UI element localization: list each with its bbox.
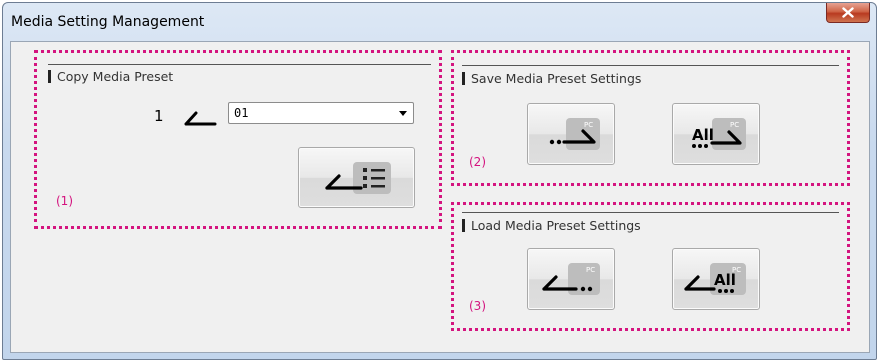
load-preset-label: Load Media Preset Settings <box>471 218 641 233</box>
save-preset-group-label: Save Media Preset Settings <box>462 71 641 86</box>
save-all-presets-button[interactable]: PC All <box>672 103 760 165</box>
svg-text:PC: PC <box>730 121 739 129</box>
save-one-to-pc-icon: PC <box>549 118 600 150</box>
copy-arrow-icon <box>184 111 217 126</box>
load-preset-divider <box>462 212 839 213</box>
copy-preset-label: Copy Media Preset <box>57 69 174 84</box>
svg-text:PC: PC <box>586 266 595 274</box>
dialog-client-area: Copy Media Preset 1 01 (1) Save Media Pr… <box>10 41 870 353</box>
close-button[interactable] <box>826 3 870 23</box>
load-preset-group-label: Load Media Preset Settings <box>462 218 641 233</box>
copy-preset-divider <box>48 64 431 65</box>
chevron-down-icon <box>399 111 407 116</box>
svg-text:PC: PC <box>584 121 593 129</box>
dialog-window: Media Setting Management Copy Media Pres… <box>2 2 877 360</box>
load-all-presets-button[interactable]: PC All <box>672 248 760 310</box>
window-title: Media Setting Management <box>11 14 205 30</box>
copy-preset-button[interactable] <box>298 147 415 208</box>
target-preset-select[interactable]: 01 <box>228 102 414 124</box>
load-one-from-pc-icon: PC <box>542 263 600 295</box>
annotation-3: (3) <box>469 299 486 313</box>
load-all-from-pc-icon: PC All <box>684 263 746 295</box>
save-one-preset-button[interactable]: PC <box>527 103 615 165</box>
svg-text:All: All <box>714 271 736 289</box>
annotation-2: (2) <box>469 155 486 169</box>
load-one-preset-button[interactable]: PC <box>527 248 615 310</box>
copy-to-list-icon <box>324 161 391 194</box>
save-all-to-pc-icon: PC All <box>692 118 746 150</box>
save-preset-label: Save Media Preset Settings <box>471 71 642 86</box>
close-icon <box>842 7 854 18</box>
title-bar[interactable]: Media Setting Management <box>3 3 876 35</box>
source-number: 1 <box>154 107 164 125</box>
annotation-1: (1) <box>56 194 73 208</box>
svg-text:All: All <box>692 126 714 144</box>
copy-preset-group-label: Copy Media Preset <box>48 69 173 84</box>
save-preset-divider <box>462 65 839 66</box>
